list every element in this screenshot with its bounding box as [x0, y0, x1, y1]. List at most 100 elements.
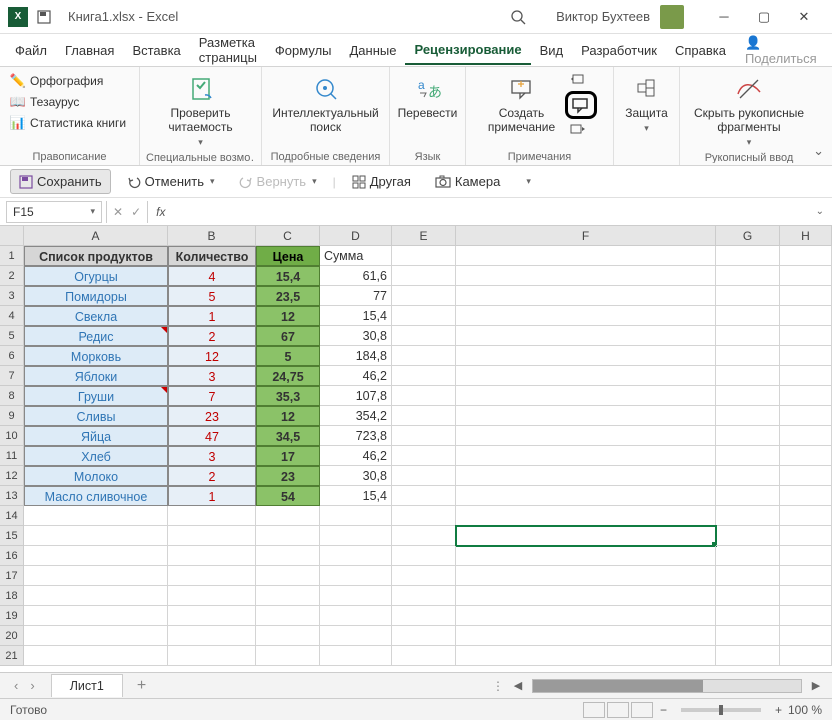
cell[interactable]: Сливы — [24, 406, 168, 426]
col-header[interactable]: A — [24, 226, 168, 245]
cell[interactable]: 15,4 — [256, 266, 320, 286]
col-header[interactable]: F — [456, 226, 716, 245]
cell[interactable] — [716, 586, 780, 606]
cell[interactable] — [456, 446, 716, 466]
add-sheet-button[interactable]: + — [123, 677, 160, 695]
name-box[interactable]: F15▾ — [6, 201, 102, 223]
row-header[interactable]: 2 — [0, 266, 24, 286]
row-header[interactable]: 12 — [0, 466, 24, 486]
quicksave-icon[interactable] — [34, 7, 54, 27]
cell[interactable] — [456, 406, 716, 426]
translate-button[interactable]: aあ Перевести — [392, 71, 464, 149]
cell[interactable] — [780, 346, 832, 366]
cell[interactable]: Цена — [256, 246, 320, 266]
cell[interactable] — [392, 586, 456, 606]
hide-ink-button[interactable]: Скрыть рукописные фрагменты ▾ — [688, 71, 810, 150]
cell[interactable] — [456, 386, 716, 406]
cell[interactable] — [392, 646, 456, 666]
cell[interactable] — [392, 546, 456, 566]
cell[interactable] — [716, 626, 780, 646]
cell[interactable] — [168, 526, 256, 546]
tab-data[interactable]: Данные — [341, 37, 406, 64]
cell[interactable] — [320, 526, 392, 546]
zoom-slider[interactable] — [681, 708, 761, 712]
cell[interactable]: 30,8 — [320, 466, 392, 486]
hscroll-thumb[interactable] — [533, 680, 703, 692]
cell[interactable]: 15,4 — [320, 486, 392, 506]
cell[interactable]: Яйца — [24, 426, 168, 446]
cell[interactable] — [716, 366, 780, 386]
view-break-button[interactable] — [631, 702, 653, 718]
collapse-ribbon-icon[interactable]: ⌄ — [813, 143, 824, 159]
cell[interactable] — [24, 566, 168, 586]
cell[interactable]: 107,8 — [320, 386, 392, 406]
search-icon[interactable] — [510, 9, 526, 25]
cell[interactable]: 354,2 — [320, 406, 392, 426]
cell[interactable]: 184,8 — [320, 346, 392, 366]
cell[interactable]: 46,2 — [320, 446, 392, 466]
cell[interactable] — [320, 586, 392, 606]
cell[interactable] — [256, 506, 320, 526]
sheet-nav-next[interactable]: › — [24, 678, 40, 693]
row-header[interactable]: 4 — [0, 306, 24, 326]
cell[interactable] — [456, 606, 716, 626]
quickbar-more-button[interactable]: ▾ — [516, 172, 539, 191]
cell[interactable]: 24,75 — [256, 366, 320, 386]
cell[interactable]: 1 — [168, 486, 256, 506]
col-header[interactable]: G — [716, 226, 780, 245]
hscroll-left[interactable]: ◀ — [510, 679, 526, 692]
cell[interactable] — [716, 386, 780, 406]
col-header[interactable]: H — [780, 226, 832, 245]
formula-input[interactable] — [165, 201, 815, 223]
cell[interactable]: 23 — [256, 466, 320, 486]
cell[interactable]: 12 — [256, 406, 320, 426]
accept-formula-icon[interactable]: ✓ — [131, 205, 141, 219]
row-header[interactable]: 5 — [0, 326, 24, 346]
cell[interactable] — [168, 586, 256, 606]
cell[interactable] — [168, 646, 256, 666]
cell[interactable] — [24, 526, 168, 546]
cell[interactable] — [320, 646, 392, 666]
cell[interactable] — [24, 546, 168, 566]
cell[interactable] — [716, 546, 780, 566]
cell[interactable] — [256, 646, 320, 666]
select-all-corner[interactable] — [0, 226, 24, 245]
hscroll-right[interactable]: ▶ — [808, 679, 824, 692]
cell[interactable] — [780, 426, 832, 446]
row-header[interactable]: 15 — [0, 526, 24, 546]
row-header[interactable]: 7 — [0, 366, 24, 386]
avatar[interactable] — [660, 5, 684, 29]
cell[interactable] — [716, 246, 780, 266]
cell[interactable]: Масло сливочное — [24, 486, 168, 506]
cell[interactable]: 723,8 — [320, 426, 392, 446]
tab-formulas[interactable]: Формулы — [266, 37, 341, 64]
cancel-formula-icon[interactable]: ✕ — [113, 205, 123, 219]
cell[interactable] — [24, 606, 168, 626]
cell[interactable] — [780, 466, 832, 486]
cell[interactable] — [780, 586, 832, 606]
cell[interactable]: Список продуктов — [24, 246, 168, 266]
cell[interactable] — [780, 566, 832, 586]
col-header[interactable]: E — [392, 226, 456, 245]
cell[interactable]: 77 — [320, 286, 392, 306]
cell[interactable] — [456, 246, 716, 266]
cell[interactable]: Свекла — [24, 306, 168, 326]
row-header[interactable]: 14 — [0, 506, 24, 526]
row-header[interactable]: 9 — [0, 406, 24, 426]
cell[interactable] — [392, 286, 456, 306]
smart-lookup-button[interactable]: Интеллектуальный поиск — [266, 71, 384, 149]
col-header[interactable]: C — [256, 226, 320, 245]
row-header[interactable]: 1 — [0, 246, 24, 266]
tab-review[interactable]: Рецензирование — [405, 36, 530, 65]
view-layout-button[interactable] — [607, 702, 629, 718]
show-comment-button[interactable] — [565, 91, 597, 119]
tab-insert[interactable]: Вставка — [123, 37, 189, 64]
cell[interactable] — [456, 586, 716, 606]
cell[interactable] — [168, 606, 256, 626]
cell[interactable] — [392, 246, 456, 266]
cell[interactable] — [320, 626, 392, 646]
cell[interactable] — [716, 306, 780, 326]
cell[interactable] — [456, 646, 716, 666]
cell[interactable] — [320, 506, 392, 526]
view-normal-button[interactable] — [583, 702, 605, 718]
